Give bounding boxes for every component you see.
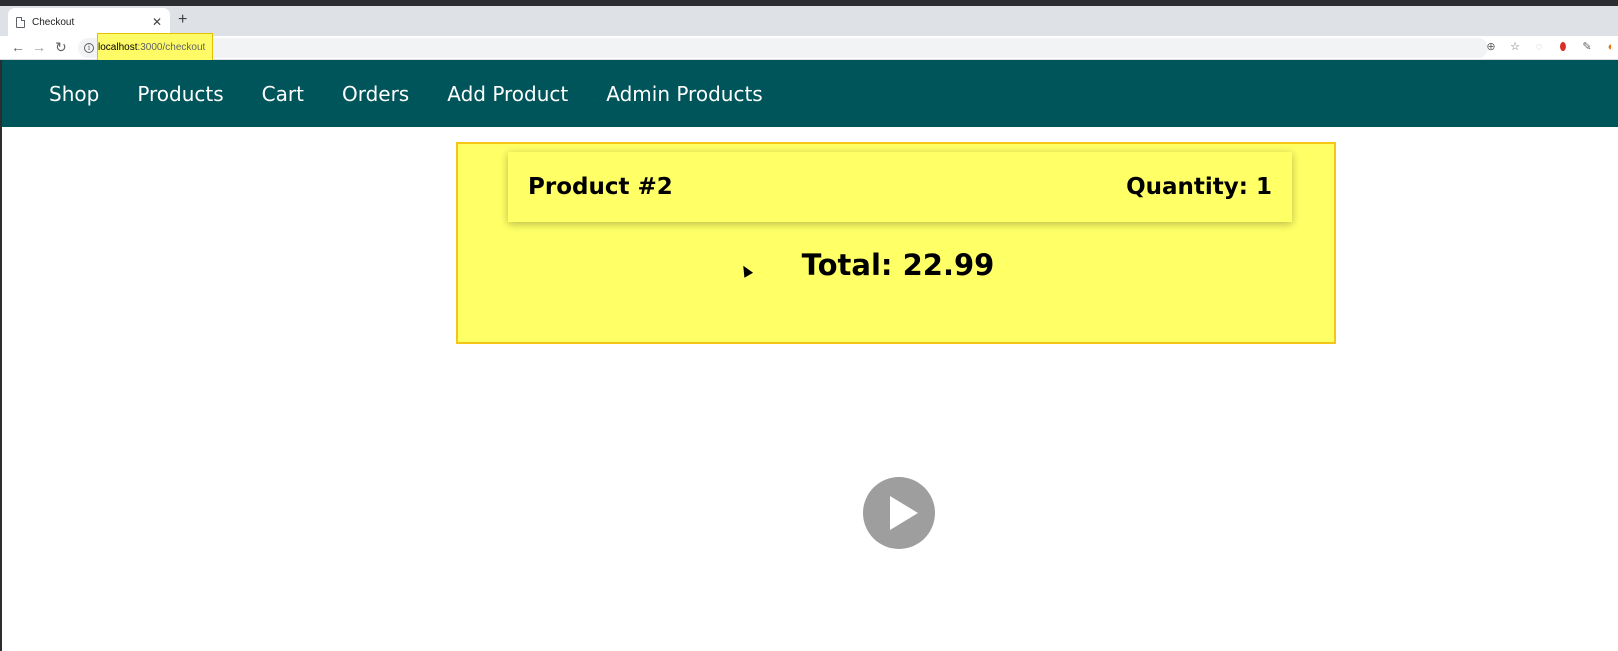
star-icon[interactable]: ☆ bbox=[1508, 39, 1522, 55]
cart-item-card: Product #2 Quantity: 1 bbox=[508, 152, 1292, 222]
browser-window: Checkout ✕ + ← → ↻ i localhost:3000/chec… bbox=[0, 6, 1618, 651]
chrome-extension-icon[interactable]: ◐ bbox=[1604, 39, 1618, 55]
document-icon bbox=[16, 16, 25, 28]
reload-icon[interactable]: ↻ bbox=[55, 39, 67, 55]
main-nav: Shop Products Cart Orders Add Product Ad… bbox=[2, 60, 1618, 127]
url-path: :3000/checkout bbox=[137, 42, 206, 53]
info-icon[interactable]: i bbox=[84, 43, 94, 53]
url-text[interactable]: localhost:3000/checkout bbox=[98, 42, 205, 53]
nav-link-shop[interactable]: Shop bbox=[49, 82, 99, 106]
item-title: Product #2 bbox=[528, 174, 673, 200]
extension-icon[interactable]: ◌ bbox=[1532, 39, 1546, 55]
eyedropper-icon[interactable]: ✎ bbox=[1580, 39, 1594, 55]
forward-icon[interactable]: → bbox=[32, 39, 46, 55]
nav-link-admin-products[interactable]: Admin Products bbox=[606, 82, 762, 106]
back-icon[interactable]: ← bbox=[11, 39, 25, 55]
toolbar-right-icons: ⊕ ☆ ◌ ⬮ ✎ ◐ bbox=[1484, 39, 1618, 55]
close-icon[interactable]: ✕ bbox=[152, 16, 162, 28]
address-bar[interactable]: i localhost:3000/checkout bbox=[78, 33, 1488, 61]
nav-link-products[interactable]: Products bbox=[137, 82, 223, 106]
order-total: Total: 22.99 bbox=[801, 248, 995, 282]
nav-link-add-product[interactable]: Add Product bbox=[447, 82, 568, 106]
checkout-panel: Product #2 Quantity: 1 Total: 22.99 bbox=[456, 142, 1336, 344]
browser-toolbar: ← → ↻ i localhost:3000/checkout ⊕ ☆ ◌ ⬮ … bbox=[0, 33, 1618, 61]
item-quantity: Quantity: 1 bbox=[1126, 174, 1272, 200]
new-tab-icon[interactable]: + bbox=[178, 12, 187, 28]
opera-icon[interactable]: ⬮ bbox=[1556, 39, 1570, 55]
window-edge bbox=[0, 60, 2, 651]
tab-title: Checkout bbox=[32, 16, 75, 28]
nav-link-cart[interactable]: Cart bbox=[262, 82, 304, 106]
url-host: localhost bbox=[98, 42, 138, 53]
zoom-icon[interactable]: ⊕ bbox=[1484, 39, 1498, 55]
nav-link-orders[interactable]: Orders bbox=[342, 82, 409, 106]
tab-strip: Checkout ✕ + bbox=[0, 6, 1618, 36]
play-icon bbox=[890, 496, 918, 530]
tab-checkout[interactable]: Checkout ✕ bbox=[8, 8, 170, 36]
play-button[interactable] bbox=[863, 477, 935, 549]
